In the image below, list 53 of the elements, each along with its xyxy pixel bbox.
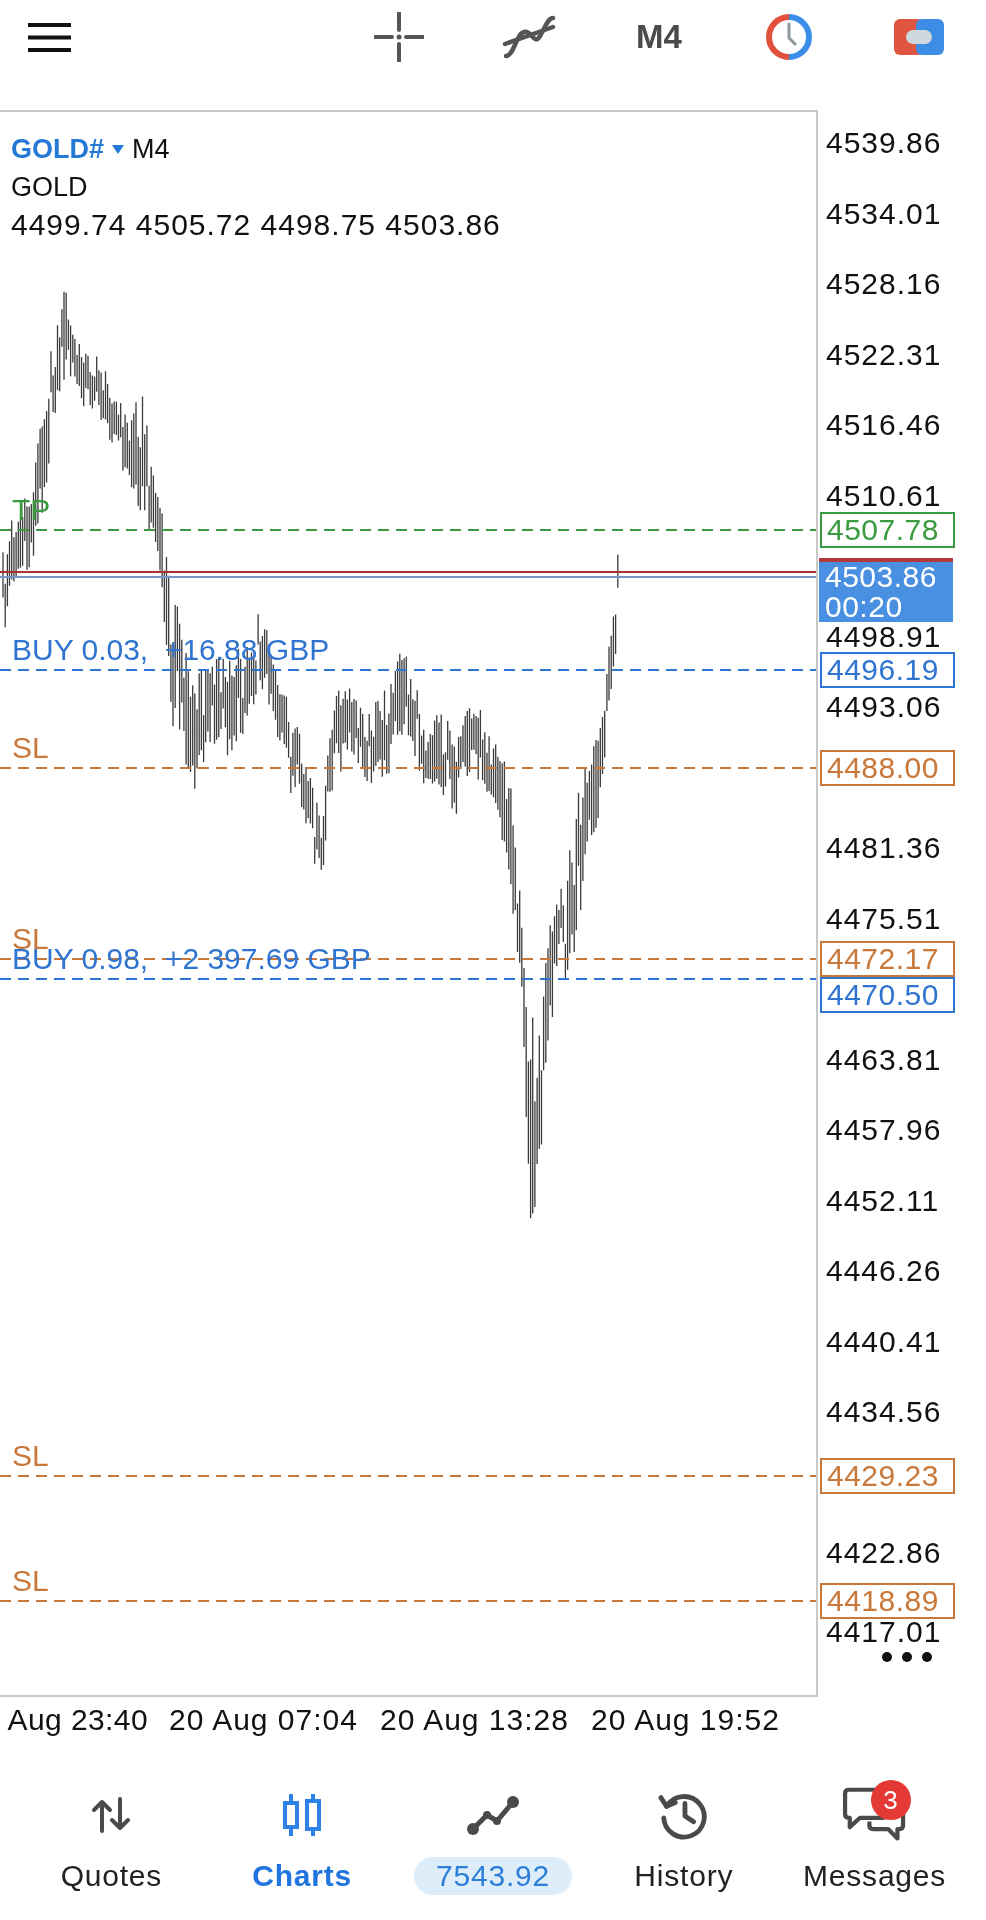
price-axis-label: 4498.91 bbox=[826, 623, 942, 650]
time-axis-label: 20 Aug 07:04 bbox=[169, 1702, 358, 1737]
price-axis-label: 4516.46 bbox=[826, 412, 942, 439]
price-axis-label: 4457.96 bbox=[826, 1117, 942, 1144]
price-tag: 4507.78 bbox=[820, 511, 955, 548]
price-tag: 4472.17 bbox=[820, 940, 955, 977]
price-tag: 4429.23 bbox=[820, 1458, 955, 1495]
nav-tab[interactable]: Quotes bbox=[16, 1742, 207, 1920]
price-tag: 4470.50 bbox=[820, 976, 955, 1013]
price-axis-label: 4475.51 bbox=[826, 905, 942, 932]
time-axis-label: Aug 23:40 bbox=[7, 1702, 149, 1737]
price-axis-label: 4493.06 bbox=[826, 694, 942, 721]
price-axis-label: 4434.56 bbox=[826, 1399, 942, 1426]
notification-badge: 3 bbox=[870, 1780, 911, 1820]
order-label: SL bbox=[12, 730, 49, 767]
price-axis-label: 4522.31 bbox=[826, 341, 942, 368]
line-chart-icon bbox=[466, 1794, 520, 1836]
price-axis-label: 4417.01 bbox=[826, 1618, 942, 1645]
price-axis-label: 4422.86 bbox=[826, 1540, 942, 1567]
ohlc-values: 4499.74 4505.72 4498.75 4503.86 bbox=[11, 207, 502, 243]
nav-tab[interactable]: Charts bbox=[206, 1742, 398, 1920]
menu-icon[interactable] bbox=[26, 21, 73, 53]
bar-countdown: 00:20 bbox=[825, 592, 904, 623]
price-axis-label: 4539.86 bbox=[826, 130, 942, 157]
timeframe-label: M4 bbox=[132, 133, 170, 166]
current-price: 4503.86 bbox=[825, 562, 938, 593]
price-axis-label: 4481.36 bbox=[826, 835, 942, 862]
toggle-icon[interactable] bbox=[894, 19, 944, 55]
nav-tab[interactable]: 3 Messages bbox=[779, 1742, 970, 1920]
nav-tab[interactable]: History bbox=[588, 1742, 780, 1920]
crosshair-icon[interactable] bbox=[374, 12, 424, 62]
indicator-icon[interactable] bbox=[502, 14, 556, 60]
price-tag: 4488.00 bbox=[820, 750, 955, 787]
price-axis-label: 4452.11 bbox=[826, 1187, 940, 1214]
price-axis-label: 4463.81 bbox=[826, 1046, 942, 1073]
time-axis-label: 20 Aug 19:52 bbox=[591, 1702, 780, 1737]
clock-icon[interactable] bbox=[764, 14, 814, 60]
time-axis-label: 20 Aug 13:28 bbox=[380, 1702, 569, 1737]
price-axis-label: 4534.01 bbox=[826, 200, 942, 227]
price-axis-label: 4510.61 bbox=[826, 482, 942, 509]
timeframe-button[interactable]: M4 bbox=[636, 18, 682, 56]
price-axis-label: 4440.41 bbox=[826, 1328, 942, 1355]
order-label: SL bbox=[12, 1562, 49, 1599]
caret-icon[interactable] bbox=[112, 144, 124, 154]
up-down-arrows-icon bbox=[90, 1797, 133, 1833]
price-tag: 4418.89 bbox=[820, 1582, 955, 1619]
price-axis-label: 4528.16 bbox=[826, 271, 942, 298]
symbol-description: GOLD bbox=[11, 171, 89, 204]
order-label: SL bbox=[12, 1438, 49, 1475]
more-icon[interactable] bbox=[881, 1651, 933, 1663]
symbol-selector[interactable]: GOLD# bbox=[11, 130, 104, 168]
price-axis-label: 4446.26 bbox=[826, 1258, 942, 1285]
price-tag: 4496.19 bbox=[820, 651, 955, 688]
